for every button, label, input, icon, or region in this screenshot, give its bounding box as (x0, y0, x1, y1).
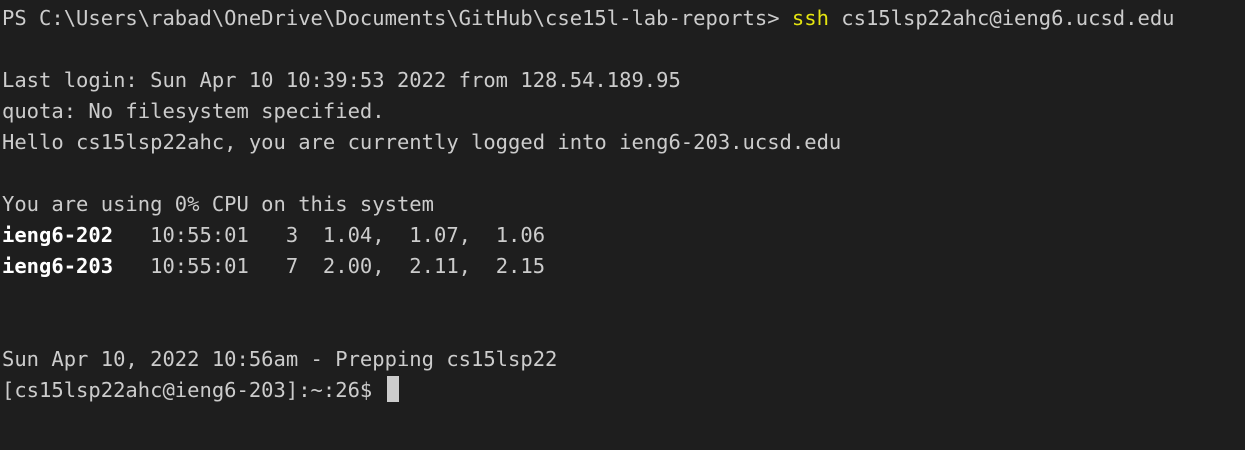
host-name: ieng6-203 (2, 254, 114, 278)
ssh-command: ssh (791, 6, 829, 30)
hello-line: Hello cs15lsp22ahc, you are currently lo… (2, 130, 842, 154)
host-stats: 10:55:01 7 2.00, 2.11, 2.15 (113, 254, 546, 278)
shell-prompt-line[interactable]: [cs15lsp22ahc@ieng6-203]:~:26$ (2, 375, 1245, 406)
host-stats: 10:55:01 3 1.04, 1.07, 1.06 (113, 223, 546, 247)
powershell-prompt-line: PS C:\Users\rabad\OneDrive\Documents\Git… (2, 3, 1245, 34)
text-cursor (386, 376, 399, 402)
host-row: ieng6-203 10:55:01 7 2.00, 2.11, 2.15 (2, 251, 1245, 282)
prepping-line: Sun Apr 10, 2022 10:56am - Prepping cs15… (2, 347, 558, 371)
ssh-command-args: cs15lsp22ahc@ieng6.ucsd.edu (828, 6, 1175, 30)
cpu-usage-line: You are using 0% CPU on this system (2, 192, 434, 216)
host-row: ieng6-202 10:55:01 3 1.04, 1.07, 1.06 (2, 220, 1245, 251)
quota-line: quota: No filesystem specified. (2, 99, 385, 123)
last-login-line: Last login: Sun Apr 10 10:39:53 2022 fro… (2, 68, 681, 92)
powershell-prompt: PS C:\Users\rabad\OneDrive\Documents\Git… (2, 6, 792, 30)
shell-prompt: [cs15lsp22ahc@ieng6-203]:~:26$ (2, 378, 385, 402)
host-name: ieng6-202 (2, 223, 114, 247)
terminal-window[interactable]: PS C:\Users\rabad\OneDrive\Documents\Git… (0, 0, 1245, 450)
